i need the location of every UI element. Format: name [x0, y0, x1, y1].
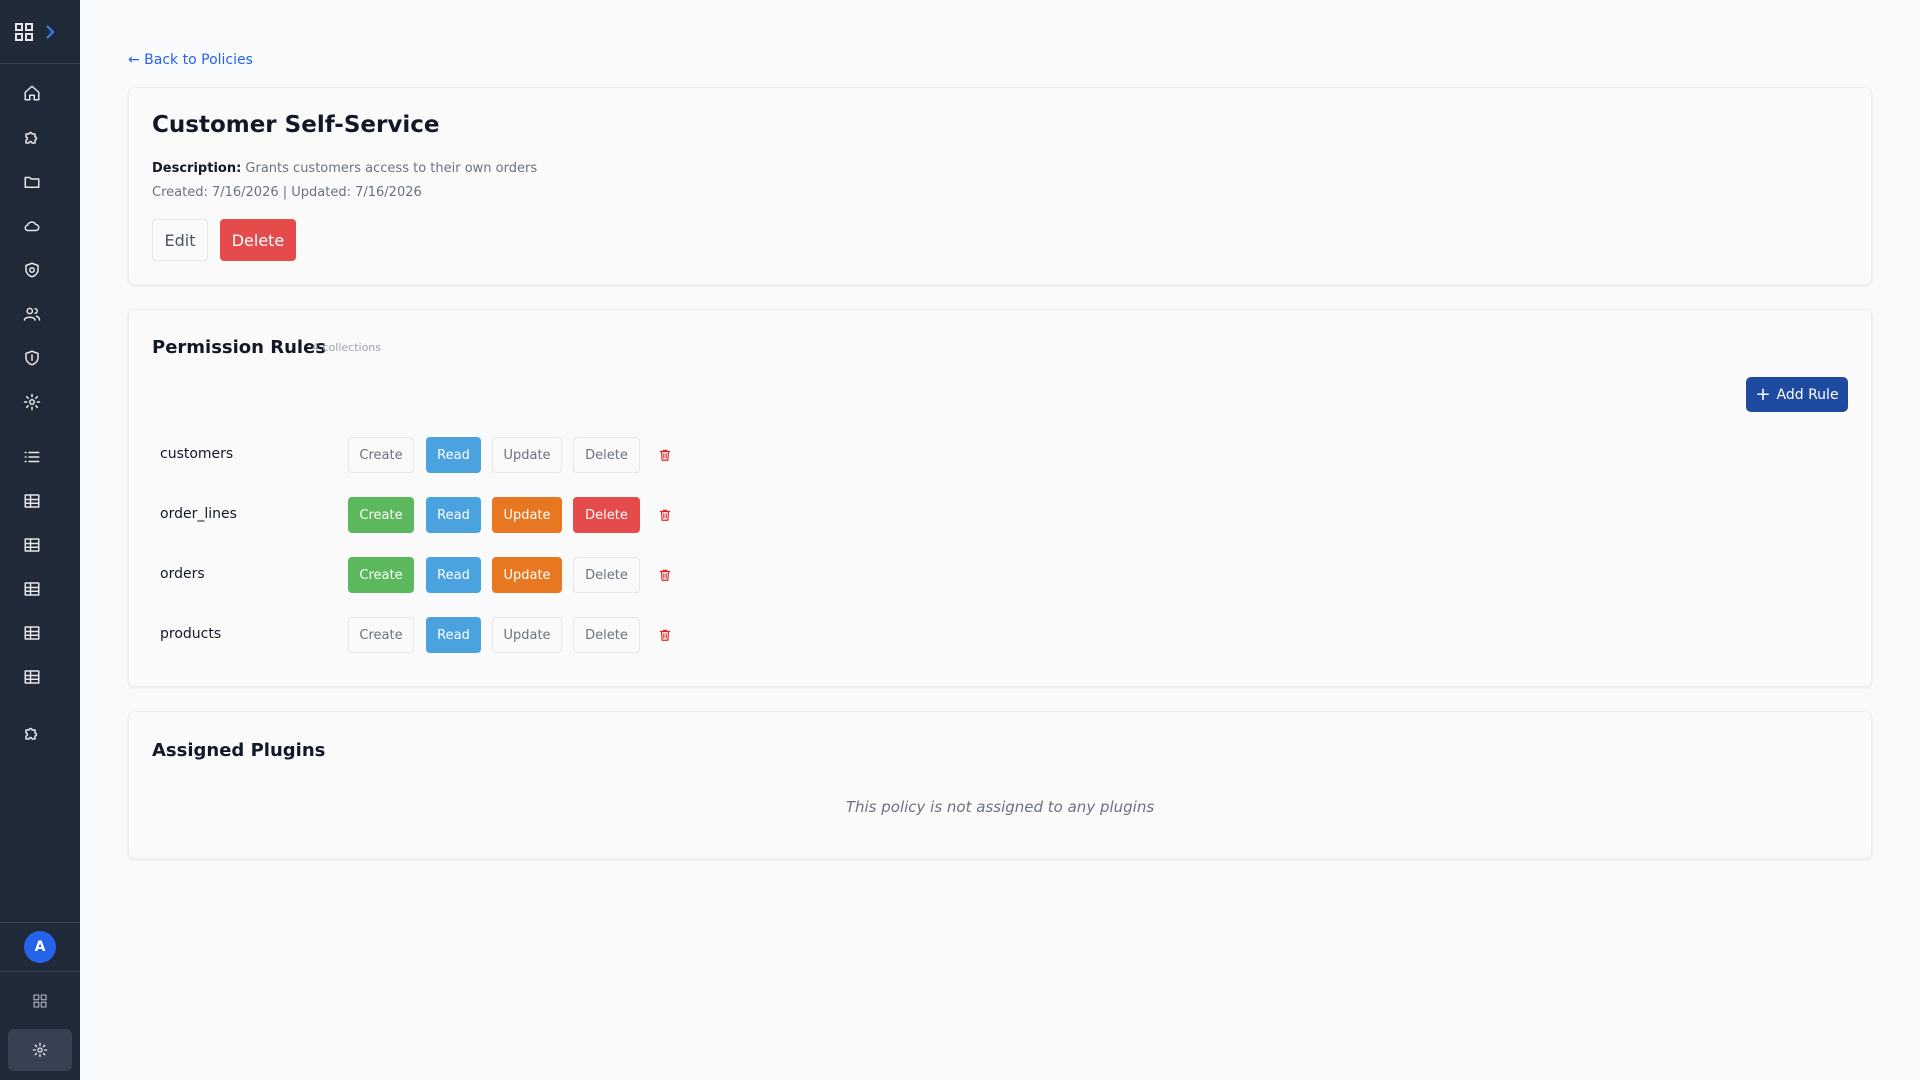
permission-update-toggle[interactable]: Update: [492, 557, 562, 593]
shield-icon[interactable]: [20, 346, 44, 370]
policy-header-card: Customer Self-Service Description: Grant…: [128, 87, 1872, 285]
shield-lock-icon[interactable]: [20, 258, 44, 282]
puzzle-icon[interactable]: [20, 721, 44, 745]
users-icon[interactable]: [20, 302, 44, 326]
collection-name: customers: [160, 446, 234, 462]
permission-delete-toggle[interactable]: Delete: [573, 437, 640, 473]
empty-state-text: This policy is not assigned to any plugi…: [845, 798, 1155, 816]
dashboard-icon: [33, 994, 47, 1008]
plus-icon: +: [1755, 383, 1771, 405]
gear-icon: [32, 1042, 48, 1058]
permission-read-toggle[interactable]: Read: [426, 617, 481, 653]
sidebar-divider: [0, 922, 80, 923]
permission-read-toggle[interactable]: Read: [426, 557, 481, 593]
permission-read-toggle[interactable]: Read: [426, 437, 481, 473]
add-rule-label: Add Rule: [1776, 386, 1839, 403]
sidebar-header: [0, 0, 80, 64]
home-icon[interactable]: [20, 81, 44, 105]
rule-row: orders Create Read Update Delete: [129, 557, 1871, 593]
rule-row: customers Create Read Update Delete: [129, 437, 1871, 473]
puzzle-icon[interactable]: [20, 125, 44, 149]
permission-update-toggle[interactable]: Update: [492, 497, 562, 533]
settings-button[interactable]: [8, 1029, 72, 1071]
apps-grid-icon[interactable]: [14, 22, 34, 42]
sidebar: A: [0, 0, 80, 1080]
table-icon[interactable]: [20, 665, 44, 689]
collection-name: order_lines: [160, 506, 237, 522]
table-icon[interactable]: [20, 577, 44, 601]
cloud-icon[interactable]: [20, 214, 44, 238]
table-icon[interactable]: [20, 533, 44, 557]
permission-delete-toggle[interactable]: Delete: [573, 557, 640, 593]
permission-read-toggle[interactable]: Read: [426, 497, 481, 533]
table-icon[interactable]: [20, 489, 44, 513]
description-label: Description:: [152, 161, 242, 176]
avatar[interactable]: A: [24, 931, 56, 963]
edit-button[interactable]: Edit: [152, 219, 208, 261]
trash-icon[interactable]: [658, 447, 674, 463]
assigned-plugins-title: Assigned Plugins: [152, 740, 326, 761]
collection-name: orders: [160, 566, 205, 582]
add-rule-button[interactable]: + Add Rule: [1746, 377, 1848, 412]
collections-count: 4 collections: [312, 341, 382, 354]
rule-row: products Create Read Update Delete: [129, 617, 1871, 653]
policy-description: Description: Grants customers access to …: [152, 161, 537, 176]
description-text: Grants customers access to their own ord…: [245, 161, 538, 176]
assigned-plugins-card: Assigned Plugins This policy is not assi…: [128, 711, 1872, 859]
collection-name: products: [160, 626, 222, 642]
permission-delete-toggle[interactable]: Delete: [573, 497, 640, 533]
list-icon[interactable]: [20, 445, 44, 469]
rule-row: order_lines Create Read Update Delete: [129, 497, 1871, 533]
trash-icon[interactable]: [658, 567, 674, 583]
permission-delete-toggle[interactable]: Delete: [573, 617, 640, 653]
trash-icon[interactable]: [658, 627, 674, 643]
page-title: Customer Self-Service: [152, 112, 440, 138]
dashboard-button[interactable]: [8, 980, 72, 1022]
permission-create-toggle[interactable]: Create: [348, 497, 414, 533]
permission-create-toggle[interactable]: Create: [348, 557, 414, 593]
permission-update-toggle[interactable]: Update: [492, 617, 562, 653]
sidebar-divider: [0, 971, 80, 972]
policy-timestamps: Created: 7/16/2026 | Updated: 7/16/2026: [152, 185, 422, 200]
permission-rules-card: Permission Rules 4 collections + Add Rul…: [128, 309, 1872, 687]
table-icon[interactable]: [20, 621, 44, 645]
chevron-right-icon[interactable]: [44, 24, 56, 40]
permission-update-toggle[interactable]: Update: [492, 437, 562, 473]
back-to-policies-link[interactable]: ← Back to Policies: [128, 52, 253, 68]
permission-create-toggle[interactable]: Create: [348, 437, 414, 473]
folder-icon[interactable]: [20, 170, 44, 194]
gear-icon[interactable]: [20, 390, 44, 414]
delete-policy-button[interactable]: Delete: [220, 219, 296, 261]
trash-icon[interactable]: [658, 507, 674, 523]
permission-rules-title: Permission Rules: [152, 337, 327, 358]
permission-create-toggle[interactable]: Create: [348, 617, 414, 653]
